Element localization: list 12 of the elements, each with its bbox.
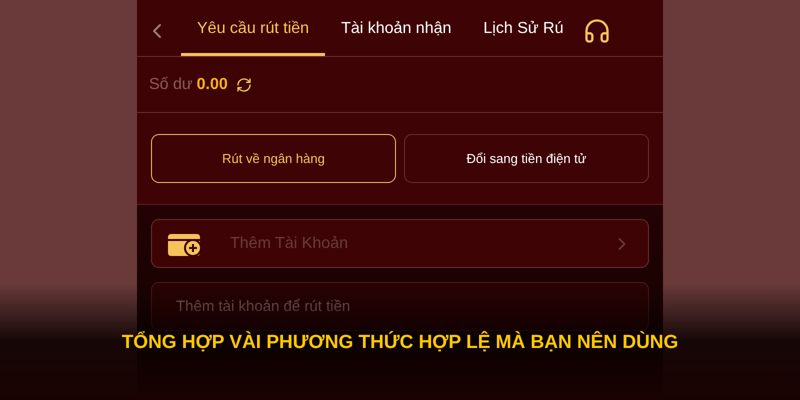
- tab[interactable]: Tài khoản nhận: [325, 5, 468, 56]
- wallet-add-icon: [168, 232, 202, 256]
- tab[interactable]: Yêu cầu rút tiền: [181, 5, 326, 56]
- method-button[interactable]: Đổi sang tiền điện tử: [404, 134, 649, 183]
- method-button[interactable]: Rút về ngân hàng: [151, 134, 396, 183]
- headset-icon[interactable]: [583, 16, 612, 44]
- headline: TỔNG HỢP VÀI PHƯƠNG THỨC HỢP LỆ MÀ BẠN NÊN DÙNG: [122, 330, 678, 355]
- balance-label: Số dư: [149, 74, 193, 94]
- refresh-icon[interactable]: [236, 76, 252, 92]
- tab[interactable]: Lịch Sử Rú: [467, 5, 580, 56]
- account-input[interactable]: Thêm tài khoản để rút tiền: [151, 282, 649, 331]
- balance-amount: 0.00: [196, 74, 228, 94]
